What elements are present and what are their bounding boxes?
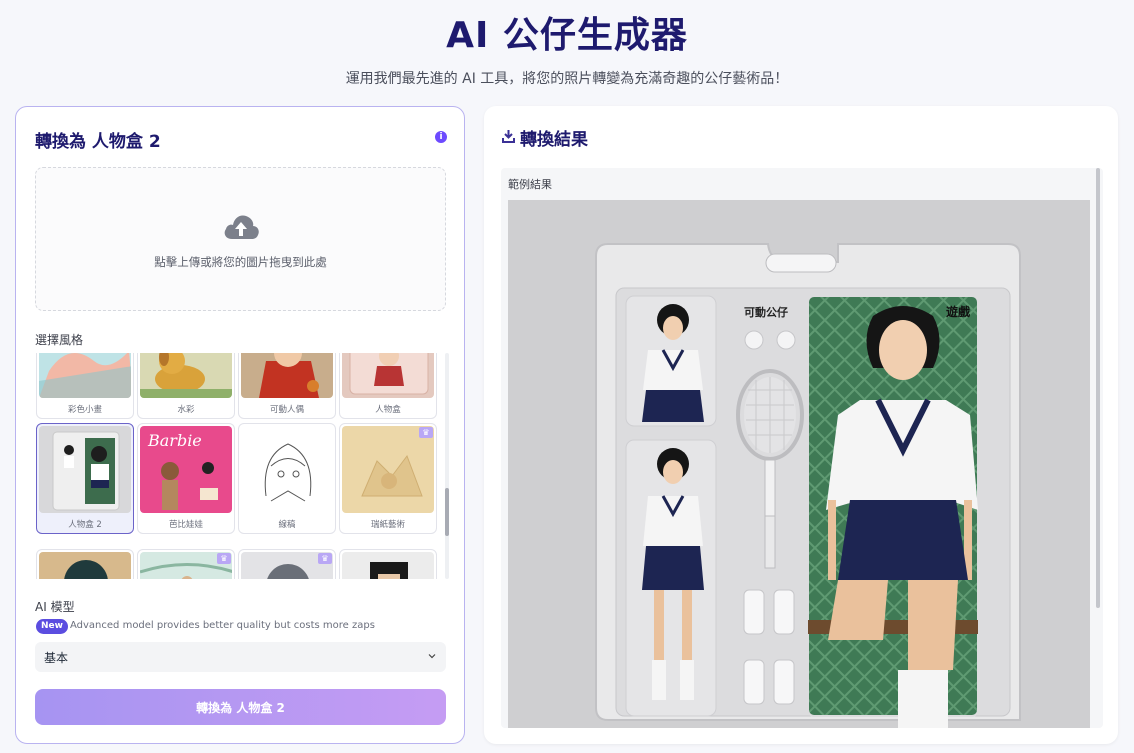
style-name: 可動人偶 bbox=[269, 405, 304, 415]
package-label-right: 遊戲 bbox=[946, 304, 971, 319]
result-image: 遊戲 可動公仔 bbox=[508, 200, 1090, 728]
result-scrollbar[interactable] bbox=[1096, 168, 1100, 608]
style-name: 線稿 bbox=[278, 520, 296, 530]
package-label-top: 可動公仔 bbox=[744, 305, 788, 319]
style-thumbnail bbox=[342, 353, 434, 398]
model-label: AI 模型 bbox=[35, 600, 75, 614]
style-thumbnail bbox=[39, 552, 131, 579]
new-badge: New bbox=[36, 619, 68, 634]
style-thumbnail bbox=[241, 353, 333, 398]
style-card-figure-box[interactable]: 人物盒 bbox=[339, 353, 437, 419]
style-card-row3-3[interactable]: ♛ bbox=[238, 549, 336, 579]
upload-instructions: 點擊上傳或將您的圖片拖曳到此處 bbox=[154, 255, 327, 269]
style-card-paper-art[interactable]: ♛ 瑞紙藝術 bbox=[339, 423, 437, 534]
style-card-row3-1[interactable] bbox=[36, 549, 134, 579]
style-thumbnail bbox=[241, 426, 333, 513]
chevron-down-icon bbox=[428, 654, 436, 659]
style-card-watercolor[interactable]: 水彩 bbox=[137, 353, 235, 419]
svg-text:Barbie: Barbie bbox=[147, 431, 202, 450]
style-thumbnail bbox=[342, 552, 434, 579]
model-select[interactable]: 基本 bbox=[35, 642, 446, 672]
style-card-action-figure[interactable]: 可動人偶 bbox=[238, 353, 336, 419]
model-note: Advanced model provides better quality b… bbox=[70, 620, 375, 631]
style-thumbnail bbox=[342, 426, 434, 513]
download-icon bbox=[502, 130, 515, 143]
settings-panel: 轉換為 人物盒 2 i 點擊上傳或將您的圖片拖曳到此處 選擇風格 彩色小畫 水彩 bbox=[15, 106, 465, 744]
crown-icon: ♛ bbox=[318, 553, 332, 564]
style-name: 彩色小畫 bbox=[67, 405, 102, 415]
style-card-figure-box-2[interactable]: 人物盒 2 bbox=[36, 423, 134, 534]
sample-result-label: 範例結果 bbox=[508, 178, 552, 191]
style-thumbnail bbox=[39, 426, 131, 513]
page-subtitle: 運用我們最先進的 AI 工具，將您的照片轉變為充滿奇趣的公仔藝術品！ bbox=[345, 71, 789, 87]
style-grid: 彩色小畫 水彩 可動人偶 人物盒 人物盒 2 Barbie 芭比娃娃 線稿 ♛ … bbox=[36, 353, 442, 579]
style-name: 人物盒 bbox=[375, 405, 401, 415]
style-card-row3-4[interactable] bbox=[339, 549, 437, 579]
crown-icon: ♛ bbox=[217, 553, 231, 564]
style-thumbnail bbox=[140, 353, 232, 398]
style-name: 芭比娃娃 bbox=[168, 520, 203, 530]
style-thumbnail: Barbie bbox=[140, 426, 232, 513]
style-name: 瑞紙藝術 bbox=[370, 520, 405, 530]
page-title: AI 公仔生成器 bbox=[446, 15, 688, 56]
style-card-line-art[interactable]: 線稿 bbox=[238, 423, 336, 534]
result-panel: 轉換結果 範例結果 遊戲 可動公仔 bbox=[484, 106, 1118, 744]
style-scrollbar-track[interactable] bbox=[445, 353, 449, 579]
crown-icon: ♛ bbox=[419, 427, 433, 438]
style-name: 人物盒 2 bbox=[68, 520, 102, 530]
style-card-color-drawing[interactable]: 彩色小畫 bbox=[36, 353, 134, 419]
result-heading: 轉換結果 bbox=[520, 130, 588, 150]
cloud-upload-icon bbox=[224, 215, 259, 239]
model-select-value: 基本 bbox=[44, 651, 69, 665]
style-card-barbie[interactable]: Barbie 芭比娃娃 bbox=[137, 423, 235, 534]
style-card-row3-2[interactable]: ♛ bbox=[137, 549, 235, 579]
info-icon[interactable]: i bbox=[435, 131, 447, 143]
style-scrollbar-thumb[interactable] bbox=[445, 488, 449, 536]
panel-heading: 轉換為 人物盒 2 bbox=[35, 132, 161, 152]
upload-dropzone[interactable]: 點擊上傳或將您的圖片拖曳到此處 bbox=[35, 167, 446, 311]
result-area: 範例結果 遊戲 可動公仔 bbox=[501, 168, 1103, 728]
style-name: 水彩 bbox=[177, 405, 195, 415]
convert-button[interactable]: 轉換為 人物盒 2 bbox=[35, 689, 446, 725]
style-thumbnail bbox=[39, 353, 131, 398]
style-label: 選擇風格 bbox=[35, 333, 84, 347]
